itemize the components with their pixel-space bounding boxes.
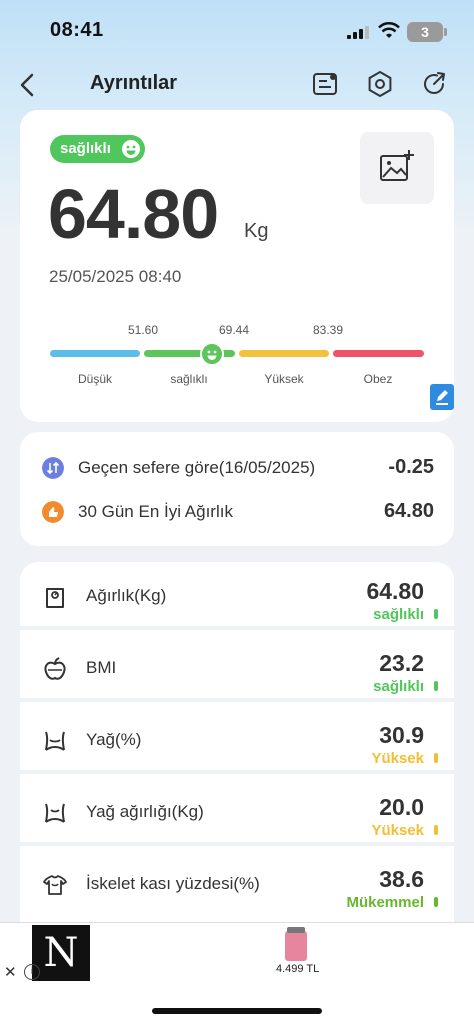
body-fat-icon [45, 731, 65, 751]
range-segment-high [239, 350, 329, 357]
status-bar: 08:41 3 [0, 0, 474, 60]
comparison-value: -0.25 [388, 456, 434, 478]
metric-row-skeletal-muscle[interactable]: İskelet kası yüzdesi(%) 38.6 Mükemmel [20, 850, 454, 918]
ad-banner[interactable]: N ✕ i 4.499 TL [0, 922, 474, 982]
range-label-healthy: sağlıklı [170, 372, 208, 386]
scale-icon [46, 588, 64, 608]
range-segment-low [50, 350, 140, 357]
comparison-row-best[interactable]: 30 Gün En İyi Ağırlık 64.80 [20, 498, 454, 528]
add-image-icon [380, 150, 414, 181]
cellular-signal-icon [347, 26, 369, 39]
metric-status: sağlıklı [373, 606, 424, 623]
report-icon[interactable] [311, 70, 339, 98]
metric-status: Mükemmel [346, 894, 424, 911]
metric-value: 23.2 [379, 650, 424, 676]
range-label-obese: Obez [363, 372, 393, 386]
status-dot [434, 825, 438, 835]
home-indicator[interactable] [152, 1008, 322, 1014]
metric-status: Yüksek [371, 822, 424, 839]
metric-value: 20.0 [379, 794, 424, 820]
battery-icon: 3 [407, 22, 443, 42]
metric-label: İskelet kası yüzdesi(%) [86, 874, 260, 893]
home-area [0, 982, 474, 1024]
settings-icon[interactable] [366, 70, 394, 98]
nav-bar: Ayrıntılar [0, 62, 474, 106]
metric-value: 64.80 [366, 578, 424, 604]
ad-price: 4.499 TL [276, 963, 320, 975]
metric-label: Yağ(%) [86, 730, 142, 749]
ad-product-image[interactable] [285, 927, 307, 961]
status-time: 08:41 [50, 19, 104, 41]
add-photo-button[interactable] [360, 132, 434, 204]
metric-label: Yağ ağırlığı(Kg) [86, 802, 204, 821]
current-position-indicator [200, 342, 224, 366]
health-status-label: sağlıklı [60, 140, 111, 157]
weight-unit: Kg [244, 220, 269, 242]
battery-level: 3 [421, 24, 429, 40]
metric-label: Ağırlık(Kg) [86, 586, 167, 605]
smiley-icon [122, 140, 140, 158]
ad-info-icon[interactable]: i [24, 964, 40, 980]
share-icon[interactable] [420, 70, 448, 98]
metric-value: 38.6 [379, 866, 424, 892]
metric-label: BMI [86, 658, 117, 677]
ad-logo[interactable]: N [32, 925, 90, 981]
comparison-label: Geçen sefere göre(16/05/2025) [78, 458, 316, 477]
metric-row-fat-weight[interactable]: Yağ ağırlığı(Kg) 20.0 Yüksek [20, 778, 454, 846]
best-weight-value: 64.80 [383, 500, 434, 522]
muscle-icon [43, 875, 67, 895]
measurement-datetime: 25/05/2025 08:40 [49, 267, 182, 286]
range-label-low: Düşük [77, 372, 112, 386]
metric-row-bmi[interactable]: BMI 23.2 sağlıklı [20, 634, 454, 702]
current-weight-value: 64.80 [48, 175, 219, 253]
status-dot [434, 681, 438, 691]
metric-status: Yüksek [371, 750, 424, 767]
edit-icon[interactable] [430, 384, 454, 410]
comparison-card: Geçen sefere göre(16/05/2025) -0.25 30 G… [20, 432, 454, 546]
metric-row-fat-percent[interactable]: Yağ(%) 30.9 Yüksek [20, 706, 454, 774]
back-chevron-icon[interactable] [16, 72, 40, 98]
weight-summary-card: sağlıklı 64.80 Kg 25/05/2025 08:40 51.60… [20, 110, 454, 422]
status-dot [434, 753, 438, 763]
body-fat-weight-icon [45, 803, 65, 823]
page-title: Ayrıntılar [90, 72, 178, 94]
scale-threshold-1: 51.60 [128, 323, 159, 337]
metric-value: 30.9 [379, 722, 424, 748]
ad-close-icon[interactable]: ✕ [4, 963, 17, 981]
range-segment-obese [333, 350, 424, 357]
range-label-high: Yüksek [264, 372, 304, 386]
metrics-list: Ağırlık(Kg) 64.80 sağlıklı BMI 23.2 sağl… [20, 562, 454, 922]
best-weight-label: 30 Gün En İyi Ağırlık [78, 502, 233, 521]
apple-icon [44, 657, 66, 680]
battery-tip [444, 28, 447, 36]
comparison-row-previous[interactable]: Geçen sefere göre(16/05/2025) -0.25 [20, 454, 454, 484]
status-dot [434, 609, 438, 619]
metric-status: sağlıklı [373, 678, 424, 695]
health-status-badge: sağlıklı [50, 135, 145, 163]
wifi-icon [378, 22, 400, 38]
thumbs-up-icon [42, 501, 64, 523]
scale-threshold-3: 83.39 [313, 323, 344, 337]
status-dot [434, 897, 438, 907]
metric-row-weight[interactable]: Ağırlık(Kg) 64.80 sağlıklı [20, 562, 454, 630]
scale-threshold-2: 69.44 [219, 323, 250, 337]
compare-arrows-icon [42, 457, 64, 479]
